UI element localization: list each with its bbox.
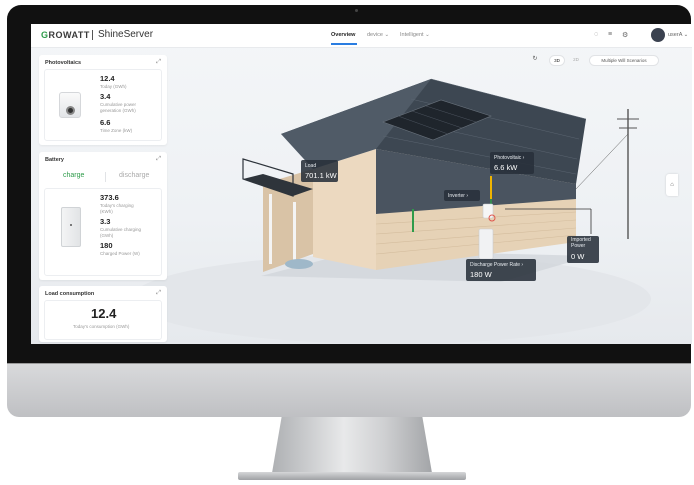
card-title: Battery — [45, 157, 64, 163]
discharge-tooltip[interactable]: Discharge Power Rate › 180 W — [466, 259, 536, 281]
battery-card: Battery ⤢ charge discharge 373.6 Today's… — [39, 152, 167, 280]
load-value: 701.1 kW — [305, 171, 337, 180]
load-tooltip[interactable]: Load 701.1 kW — [301, 160, 338, 182]
tab-discharge[interactable]: discharge — [119, 172, 149, 179]
discharge-label-text: Discharge Power Rate — [470, 262, 521, 268]
tab-charge[interactable]: charge — [63, 172, 84, 179]
pv-stats: 12.4 Today (GWh) 3.4 Cumulative power gen… — [44, 69, 162, 141]
load-consumption-value: 12.4 — [91, 306, 117, 321]
battery-led — [70, 224, 72, 226]
imported-power-tooltip[interactable]: Imported Power 0 W — [567, 236, 599, 263]
inverter-label: Inverter › — [448, 193, 469, 199]
settings-icon[interactable]: ⚙ — [622, 31, 628, 39]
expand-icon[interactable]: ⤢ — [156, 156, 161, 163]
pv-today-value: 12.4 — [100, 74, 115, 83]
nav-intelligent[interactable]: Intelligent ⌄ — [400, 32, 430, 38]
power-line — [575, 133, 629, 190]
avatar-icon[interactable] — [651, 28, 665, 42]
battery-power-value: 180 — [100, 241, 113, 250]
scenarios-button[interactable]: Multiple Will Scenarios — [589, 55, 659, 66]
battery-today-value: 373.6 — [100, 193, 119, 202]
product-name: ShineServer — [98, 29, 154, 40]
list-icon[interactable]: ≡ — [608, 31, 612, 38]
user-name: userA — [668, 32, 683, 38]
refresh-icon[interactable]: ↻ — [529, 55, 541, 66]
battery-today-label-line-1: Today's charging — [100, 203, 134, 208]
load-label: Load — [305, 163, 317, 169]
side-panel-toggle[interactable]: ⌂ — [666, 174, 678, 196]
battery-today-label: Today's charging (KWh) — [100, 203, 134, 214]
inverter-dial — [66, 106, 75, 115]
bell-icon[interactable]: ◌ — [594, 31, 598, 38]
battery-device — [478, 228, 494, 260]
nav-overview[interactable]: Overview — [331, 32, 355, 38]
pv-today-label: Today (GWh) — [100, 84, 127, 89]
battery-cumulative-value: 3.3 — [100, 217, 111, 226]
logo-letter: G — [41, 30, 49, 40]
imported-value: 0 W — [571, 252, 585, 261]
pv-label: Photovoltaic › — [494, 155, 525, 161]
pv-cumulative-label-line-1: Cumulative power — [100, 102, 137, 107]
battery-cumulative-label: Cumulative charging (GWh) — [100, 227, 141, 238]
inverter-image — [59, 92, 81, 118]
view-2d-button[interactable]: 2D — [569, 55, 583, 66]
pv-cumulative-value: 3.4 — [100, 92, 111, 101]
chin-divider — [7, 363, 691, 364]
pv-timezone-label: Time Zone (kW) — [100, 128, 133, 133]
card-title: Load consumption — [45, 291, 95, 297]
top-nav-bar: GROWATT ShineServer Overview device ⌄ In… — [31, 24, 692, 48]
battery-image — [61, 207, 81, 247]
nav-device-label: device — [367, 32, 383, 38]
inverter-label-text: Inverter — [448, 193, 465, 199]
photovoltaic-tooltip[interactable]: Photovoltaic › 6.6 kW — [490, 152, 534, 174]
monitor-chin — [7, 363, 691, 417]
monitor-stand — [272, 417, 432, 473]
imported-label: Imported Power — [571, 237, 591, 249]
imac-mockup: GROWATT ShineServer Overview device ⌄ In… — [0, 0, 694, 485]
chevron-down-icon: ⌄ — [384, 32, 390, 38]
user-menu[interactable]: userA ⌄ — [668, 32, 688, 38]
card-title: Photovoltaics — [45, 60, 82, 66]
car — [285, 259, 313, 269]
pv-timezone-value: 6.6 — [100, 118, 111, 127]
imported-label-line-2: Power — [571, 242, 586, 249]
discharge-label: Discharge Power Rate › — [470, 262, 524, 268]
growatt-logo[interactable]: GROWATT — [41, 30, 90, 40]
chevron-down-icon: ⌄ — [425, 32, 430, 38]
nav-active-indicator — [331, 43, 357, 45]
expand-icon[interactable]: ⤢ — [156, 290, 161, 297]
load-stats: 12.4 Today's consumption (GWh) — [44, 300, 162, 340]
monitor-foot — [238, 472, 466, 480]
pv-label-text: Photovoltaic — [494, 155, 522, 161]
camera-icon — [355, 9, 358, 12]
post — [269, 194, 272, 264]
nav-device[interactable]: device ⌄ — [367, 32, 389, 38]
battery-power-label: Charged Power (W) — [100, 251, 140, 256]
battery-cumulative-label-line-2: (GWh) — [100, 232, 114, 238]
load-consumption-card: Load consumption ⤢ 12.4 Today's consumpt… — [39, 286, 167, 342]
app-screen: GROWATT ShineServer Overview device ⌄ In… — [31, 24, 692, 344]
tab-divider — [105, 172, 106, 182]
pv-cumulative-label: Cumulative power generation (GWh) — [100, 102, 136, 113]
logo-separator — [92, 30, 93, 40]
battery-cumulative-label-line-1: Cumulative charging — [100, 227, 142, 232]
pv-cumulative-label-line-2: generation (GWh) — [100, 107, 136, 113]
view-3d-button[interactable]: 3D — [549, 55, 565, 66]
inverter-tooltip[interactable]: Inverter › — [444, 190, 480, 201]
post — [293, 202, 296, 264]
inverter-device — [482, 203, 494, 219]
photovoltaics-card: Photovoltaics ⤢ 12.4 Today (GWh) 3.4 Cum… — [39, 55, 167, 145]
pv-value: 6.6 kW — [494, 163, 518, 172]
battery-today-label-line-2: (KWh) — [100, 208, 113, 214]
expand-icon[interactable]: ⤢ — [156, 59, 161, 66]
discharge-value: 180 W — [470, 270, 492, 279]
battery-stats: 373.6 Today's charging (KWh) 3.3 Cumulati… — [44, 188, 162, 276]
load-consumption-label: Today's consumption (GWh) — [73, 324, 130, 329]
logo-text: ROWATT — [48, 30, 90, 40]
nav-intelligent-label: Intelligent — [400, 32, 424, 38]
